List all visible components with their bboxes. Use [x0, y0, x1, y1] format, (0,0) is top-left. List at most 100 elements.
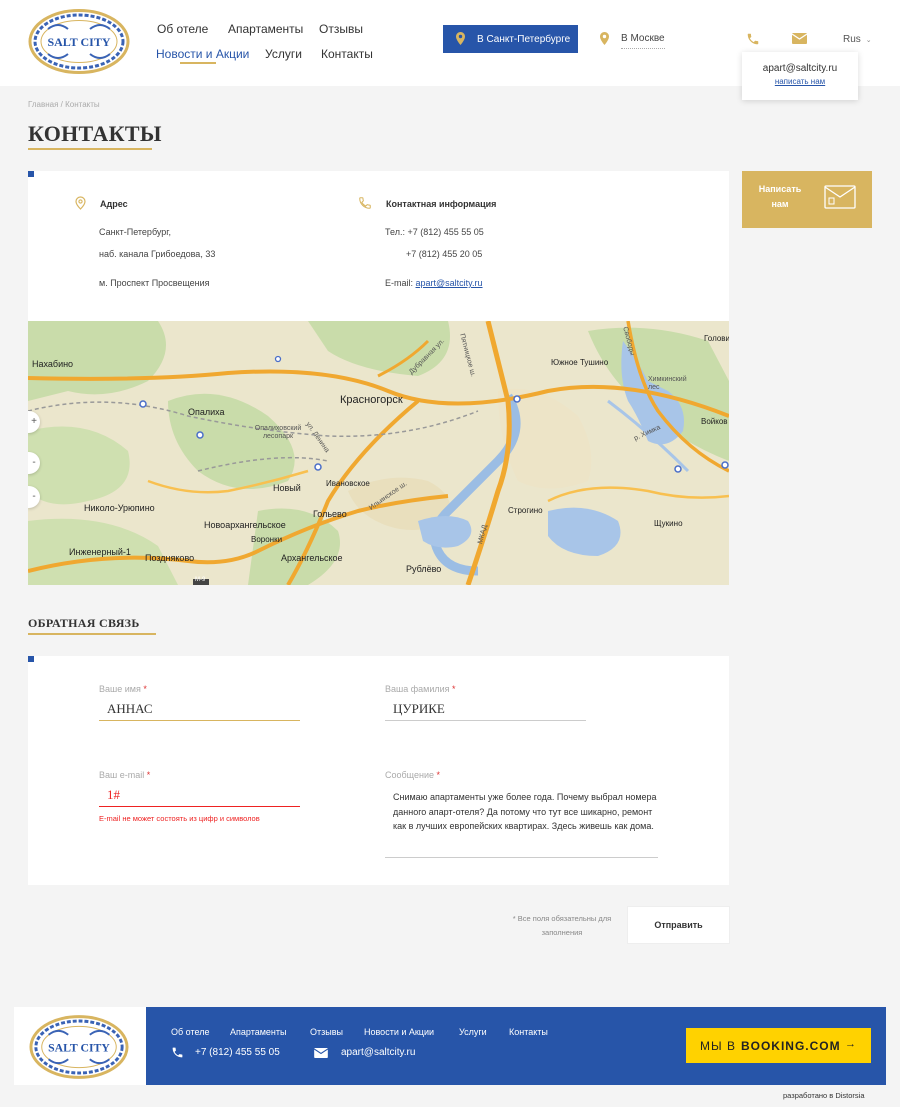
phone-icon[interactable] — [746, 32, 760, 46]
map-label: Воронки — [251, 535, 283, 544]
message-label: Сообщение * — [385, 770, 440, 780]
language-label: Rus — [843, 34, 861, 45]
message-textarea[interactable]: Снимаю апартаменты уже более года. Почем… — [385, 788, 658, 858]
contact-email-link[interactable]: apart@saltcity.ru — [416, 278, 483, 288]
chevron-down-icon: ⌄ — [865, 37, 872, 44]
email-label: E-mail: — [385, 278, 414, 288]
nav-news[interactable]: Новости и Акции — [156, 47, 249, 61]
map-label: Щукино — [654, 519, 683, 528]
map-label: Николо-Урюпино — [84, 503, 155, 513]
map-label: Гольево — [313, 509, 347, 519]
nav-services[interactable]: Услуги — [265, 47, 302, 61]
footer-email[interactable]: apart@saltcity.ru — [341, 1047, 415, 1058]
first-name-label: Ваше имя * — [99, 684, 147, 694]
metro-station: м. Проспект Просвещения — [99, 278, 210, 288]
first-name-input[interactable] — [99, 697, 300, 721]
contact-info-heading: Контактная информация — [386, 199, 497, 209]
map-label: Опалиха — [188, 407, 225, 417]
email-label-text: Ваш e-mail — [99, 770, 145, 780]
popup-write-link[interactable]: написать нам — [742, 77, 858, 86]
footer-nav-reviews[interactable]: Отзывы — [310, 1027, 343, 1037]
required-star: * — [452, 684, 456, 694]
title-underline — [28, 148, 152, 150]
footer-logo-box: SALT CITY — [14, 1007, 146, 1085]
map-label: Красногорск — [340, 394, 403, 406]
last-name-label-text: Ваша фамилия — [385, 684, 450, 694]
svg-text:SALT CITY: SALT CITY — [48, 1041, 110, 1054]
footer-nav-apartments[interactable]: Апартаменты — [230, 1027, 286, 1037]
developer-credit[interactable]: разработано в Distorsia — [783, 1091, 865, 1100]
map-canvas — [28, 321, 729, 585]
footer-nav-about[interactable]: Об отеле — [171, 1027, 209, 1037]
mail-icon — [314, 1048, 328, 1058]
email-input[interactable] — [99, 783, 300, 807]
phone-icon — [172, 1047, 183, 1058]
first-name-label-text: Ваше имя — [99, 684, 141, 694]
svg-text:SALT CITY: SALT CITY — [47, 35, 110, 49]
write-us-button[interactable]: Написать нам — [742, 171, 872, 228]
location-pin-icon — [600, 32, 609, 45]
write-us-label: Написать нам — [758, 184, 802, 209]
phone-line-2[interactable]: +7 (812) 455 20 05 — [406, 249, 482, 259]
required-star: * — [146, 770, 151, 780]
map-label: Новоархангельское — [204, 520, 286, 530]
submit-button[interactable]: Отправить — [628, 907, 729, 943]
message-label-text: Сообщение — [385, 770, 434, 780]
last-name-input[interactable] — [385, 697, 586, 721]
footer-nav-services[interactable]: Услуги — [459, 1027, 487, 1037]
required-star: * — [143, 684, 147, 694]
envelope-icon — [824, 185, 856, 209]
map-label: Строгино — [508, 506, 543, 515]
address-heading: Адрес — [100, 199, 128, 209]
city-spb-label: В Санкт-Петербурге — [477, 33, 571, 45]
nav-contacts[interactable]: Контакты — [321, 47, 373, 61]
feedback-title: ОБРАТНАЯ СВЯЗЬ — [28, 616, 140, 630]
map-label: Опалиховский лесопарк — [254, 425, 302, 440]
city-spb-button[interactable]: В Санкт-Петербурге — [443, 25, 578, 53]
email-label: Ваш e-mail * — [99, 770, 150, 780]
footer-logo[interactable]: SALT CITY — [29, 1015, 129, 1079]
map-label: Ивановское — [326, 479, 370, 488]
breadcrumb[interactable]: Главная / Контакты — [28, 100, 100, 109]
map-label: М-9 — [195, 577, 206, 583]
required-star: * — [436, 770, 441, 780]
last-name-label: Ваша фамилия * — [385, 684, 456, 694]
mail-icon[interactable] — [792, 33, 807, 44]
card-marker — [28, 656, 34, 662]
arrow-right-icon: → — [845, 1038, 857, 1050]
email-error-message: E-mail не может состоять из цифр и симво… — [99, 814, 260, 823]
address-line-1: Санкт-Петербург, — [99, 227, 171, 237]
language-selector[interactable]: Rus ⌄ — [843, 34, 872, 45]
city-moscow-label: В Москве — [621, 33, 665, 49]
map-label: Инженерный-1 — [69, 547, 131, 557]
map-label: Рублёво — [406, 564, 442, 574]
active-nav-indicator — [180, 62, 216, 64]
map-label: Нахабино — [32, 359, 74, 369]
footer-nav-contacts[interactable]: Контакты — [509, 1027, 548, 1037]
map-label: Войков — [701, 417, 728, 426]
phone-line-1[interactable]: Тел.: +7 (812) 455 55 05 — [385, 227, 484, 237]
phone-icon — [359, 197, 371, 209]
location-pin-icon — [456, 32, 465, 45]
page-title: КОНТАКТЫ — [28, 121, 162, 146]
map-label: Химкинский лес — [648, 376, 687, 391]
site-header: SALT CITY Об отеле Апартаменты Отзывы Но… — [0, 0, 900, 100]
popup-email[interactable]: apart@saltcity.ru — [742, 63, 858, 74]
nav-reviews[interactable]: Отзывы — [319, 22, 363, 36]
feedback-title-underline — [28, 633, 156, 635]
contact-card — [28, 171, 729, 321]
nav-apartments[interactable]: Апартаменты — [228, 22, 303, 36]
map-label: Южное Тушино — [551, 358, 609, 367]
booking-button[interactable]: МЫ В BOOKING.COM → — [686, 1028, 871, 1063]
site-logo[interactable]: SALT CITY — [28, 9, 130, 74]
address-line-2: наб. канала Грибоедова, 33 — [99, 249, 216, 259]
location-map[interactable]: Нахабино Опалиха Опалиховский лесопарк К… — [28, 321, 729, 585]
email-line: E-mail: apart@saltcity.ru — [385, 278, 483, 288]
required-fields-note: * Все поля обязательны для заполнения — [512, 914, 612, 937]
footer-phone[interactable]: +7 (812) 455 55 05 — [195, 1047, 280, 1058]
map-label: Архангельское — [281, 553, 343, 563]
nav-about[interactable]: Об отеле — [157, 22, 208, 36]
booking-prefix: МЫ В — [700, 1038, 736, 1053]
map-label: Головин — [704, 334, 729, 343]
footer-nav-news[interactable]: Новости и Акции — [364, 1027, 434, 1037]
